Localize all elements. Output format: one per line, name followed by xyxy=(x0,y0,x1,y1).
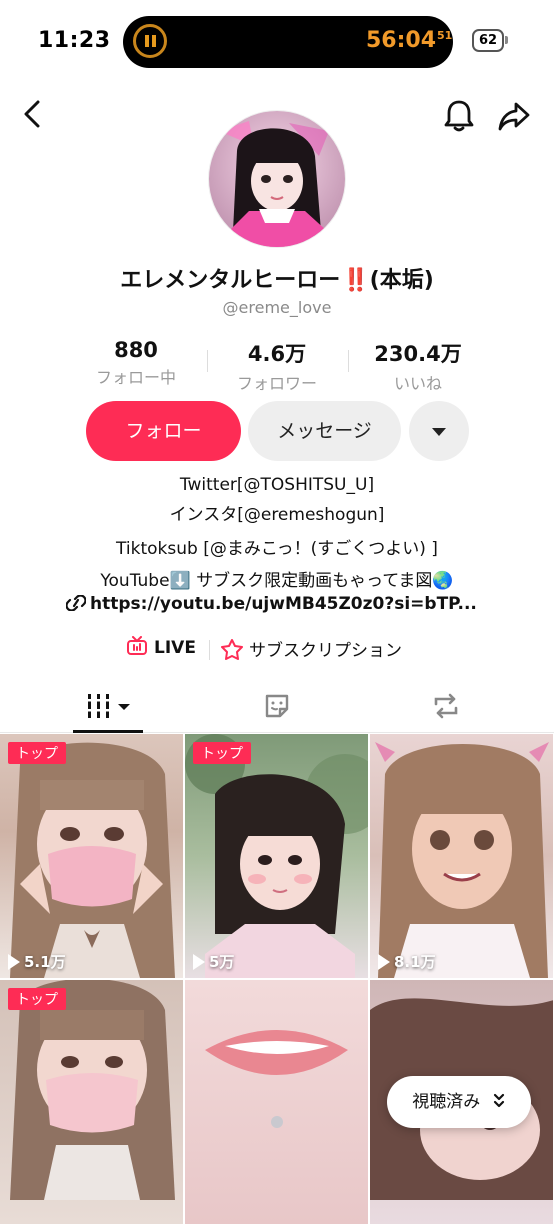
bell-icon[interactable] xyxy=(442,98,476,134)
stat-followers[interactable]: 4.6万 フォロワー xyxy=(207,338,347,394)
live-tv-icon xyxy=(127,636,147,655)
message-button[interactable]: メッセージ xyxy=(248,401,401,461)
divider xyxy=(209,640,210,660)
tab-videos-grid-icon[interactable] xyxy=(86,692,134,720)
stat-value: 880 xyxy=(114,338,158,362)
view-count: 5万 xyxy=(193,951,234,972)
chevron-left-icon[interactable] xyxy=(18,97,48,131)
stat-label: フォロワー xyxy=(236,374,317,393)
tab-private-sticker-icon[interactable] xyxy=(262,691,292,721)
link-icon xyxy=(65,594,87,612)
video-thumbnail xyxy=(375,742,549,978)
stat-following[interactable]: 880 フォロー中 xyxy=(66,338,206,388)
top-badge: トップ xyxy=(8,988,66,1010)
play-icon xyxy=(193,953,205,970)
stat-label: フォロー中 xyxy=(95,368,176,387)
bio-line-twitter: Twitter[@TOSHITSU_U] xyxy=(179,475,375,495)
video-tile[interactable]: トップ 5万 xyxy=(185,734,368,978)
play-icon xyxy=(8,953,20,970)
battery-icon: 62 xyxy=(472,29,504,52)
tab-active-indicator xyxy=(73,730,143,733)
battery-tip xyxy=(505,36,508,44)
avatar[interactable] xyxy=(208,110,346,248)
top-badge: トップ xyxy=(193,742,251,764)
tab-reposts-icon[interactable] xyxy=(430,691,462,721)
video-thumbnail xyxy=(10,742,175,978)
status-time: 11:23 xyxy=(38,28,111,53)
video-tile[interactable]: トップ 5.1万 xyxy=(0,734,183,978)
view-count: 8.1万 xyxy=(378,951,436,972)
video-thumbnail xyxy=(185,734,368,978)
double-chevron-down-icon xyxy=(493,1093,504,1108)
bio-line-tiktoksub: Tiktoksub [@まみこっ！(すごくつよい) ] xyxy=(116,539,438,559)
stat-value: 230.4万 xyxy=(374,342,462,366)
share-arrow-icon[interactable] xyxy=(496,99,532,133)
bio-link[interactable]: https://youtu.be/ujwMB45Z0z0?si=bTP... xyxy=(65,594,477,614)
live-button[interactable]: LIVE xyxy=(126,636,196,658)
subscription-button[interactable]: サブスクリプション xyxy=(220,636,402,661)
bio-line-instagram: インスタ[@eremeshogun] xyxy=(169,505,385,525)
subscription-star-icon xyxy=(221,639,243,660)
timer-readout: 56:0451 xyxy=(366,28,453,53)
video-tile[interactable] xyxy=(185,980,368,1224)
display-name: エレメンタルヒーロー‼️(本垢) xyxy=(120,268,434,293)
more-dropdown-button[interactable] xyxy=(409,401,469,461)
bio-line-youtube: YouTube⬇️ サブスク限定動画もゃってま図🌏 xyxy=(100,571,454,591)
play-icon xyxy=(378,953,390,970)
video-tile[interactable]: 8.1万 xyxy=(370,734,553,978)
stat-likes[interactable]: 230.4万 いいね xyxy=(348,338,488,394)
follow-button[interactable]: フォロー xyxy=(86,401,241,461)
video-tile[interactable]: トップ xyxy=(0,980,183,1224)
stat-value: 4.6万 xyxy=(247,342,307,366)
video-thumbnail xyxy=(205,1030,348,1128)
view-count: 5.1万 xyxy=(8,951,66,972)
video-thumbnail xyxy=(10,980,175,1200)
stat-label: いいね xyxy=(393,374,442,393)
watched-filter-button[interactable]: 視聴済み xyxy=(387,1076,531,1128)
pause-timer-icon[interactable] xyxy=(133,24,167,58)
top-badge: トップ xyxy=(8,742,66,764)
username: @ereme_love xyxy=(222,298,332,317)
